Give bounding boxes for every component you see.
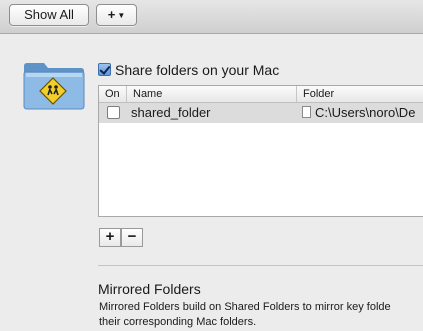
- show-all-button[interactable]: Show All: [9, 4, 89, 26]
- table-header: On Name Folder: [99, 86, 423, 103]
- table-row[interactable]: shared_folder C:\Users\noro\De: [99, 103, 423, 123]
- mirrored-desc-line-1: Mirrored Folders build on Shared Folders…: [99, 301, 391, 313]
- shared-folders-table: On Name Folder shared_folder C:\Users\no…: [98, 85, 423, 217]
- share-folders-option[interactable]: Share folders on your Mac: [98, 61, 279, 79]
- column-header-folder[interactable]: Folder: [297, 86, 423, 102]
- document-icon: [302, 106, 311, 118]
- row-folder: C:\Users\noro\De: [302, 103, 415, 123]
- share-folders-label: Share folders on your Mac: [115, 61, 280, 78]
- toolbar: Show All + ▼: [0, 0, 423, 34]
- add-folder-button[interactable]: +: [99, 228, 121, 247]
- add-menu-button[interactable]: + ▼: [96, 4, 137, 26]
- column-header-name[interactable]: Name: [127, 86, 297, 102]
- row-folder-path: C:\Users\noro\De: [315, 105, 416, 120]
- mirrored-desc-line-2: their corresponding Mac folders.: [99, 316, 257, 328]
- column-header-on[interactable]: On: [99, 86, 127, 102]
- shared-folder-icon: [22, 60, 86, 110]
- mirrored-folders-description: Mirrored Folders build on Shared Folders…: [99, 300, 423, 330]
- remove-folder-button[interactable]: −: [121, 228, 143, 247]
- section-divider: [98, 265, 423, 266]
- mirrored-folders-title: Mirrored Folders: [98, 281, 201, 297]
- row-name: shared_folder: [131, 105, 211, 120]
- chevron-down-icon: ▼: [117, 10, 126, 20]
- row-enable-checkbox[interactable]: [107, 106, 120, 119]
- add-label: +: [107, 7, 116, 22]
- share-folders-checkbox[interactable]: [98, 63, 111, 77]
